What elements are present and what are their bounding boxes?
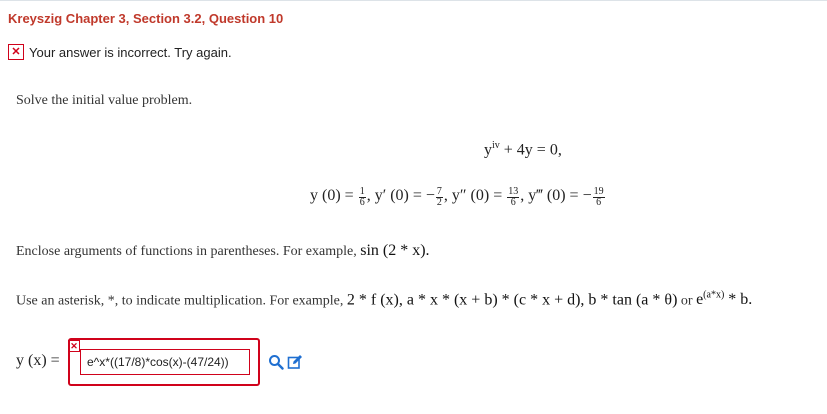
asterisk-instruction: Use an asterisk, *, to indicate multipli…	[16, 290, 753, 309]
status-message: Your answer is incorrect. Try again.	[29, 44, 232, 60]
equation-y: y	[484, 141, 492, 159]
differential-equation: yiv + 4y = 0,	[484, 140, 562, 159]
condition-2-lhs: , y′ (0) = −	[366, 187, 435, 204]
top-divider	[0, 0, 827, 1]
answer-status: ✕ Your answer is incorrect. Try again.	[8, 43, 232, 61]
incorrect-marker-icon: ✕	[68, 340, 80, 352]
condition-4-lhs: , y‴ (0) = −	[520, 187, 592, 204]
condition-3-value: 13 6	[507, 186, 520, 208]
equation-rest: + 4y = 0,	[499, 141, 562, 159]
parentheses-example: sin (2 * x).	[360, 242, 430, 259]
answer-input[interactable]	[80, 349, 250, 375]
answer-label: y (x) =	[16, 352, 60, 369]
answer-tools	[268, 354, 303, 370]
exponential-example: e(a*x) * b.	[696, 290, 753, 309]
equation-order: iv	[492, 140, 500, 151]
condition-1-lhs: y (0) =	[310, 187, 358, 204]
condition-2-value: 72	[435, 186, 443, 208]
question-title: Kreyszig Chapter 3, Section 3.2, Questio…	[8, 11, 284, 26]
initial-conditions: y (0) = 16, y′ (0) = −7 2, y″ (0) = 13 6, …	[310, 187, 606, 208]
pencil-square-icon[interactable]	[287, 354, 303, 370]
condition-4-value: 19 6	[592, 186, 605, 208]
condition-1-value: 16	[358, 186, 366, 208]
parentheses-instruction: Enclose arguments of functions in parent…	[16, 242, 430, 259]
magnifier-icon[interactable]	[268, 354, 284, 370]
asterisk-example: 2 * f (x), a * x * (x + b) * (c * x + d)…	[346, 291, 678, 309]
condition-3-lhs: , y″ (0) =	[443, 187, 507, 204]
problem-prompt: Solve the initial value problem.	[16, 93, 193, 108]
x-mark-icon: ✕	[8, 44, 24, 60]
